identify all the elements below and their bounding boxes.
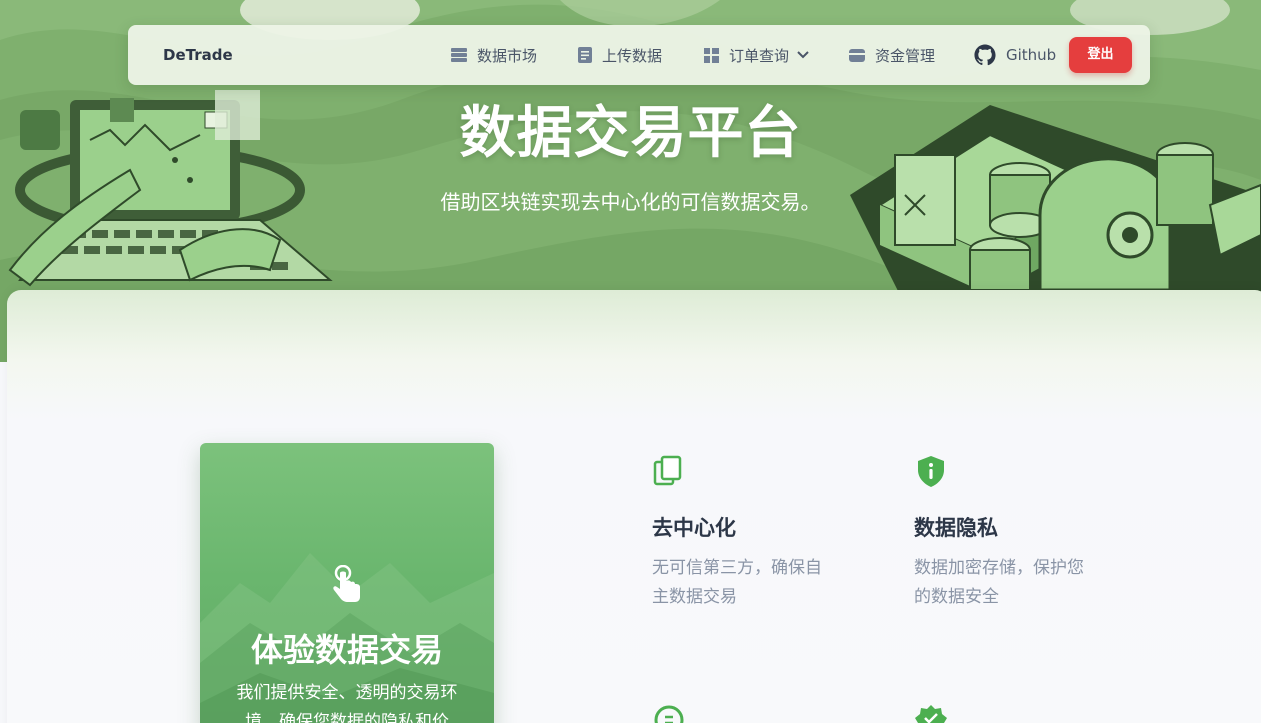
- hero-title: 数据交易平台: [459, 101, 802, 166]
- top-navbar: DeTrade 数据市场 上传数据 订单查询 资金管理 Github 登出: [128, 25, 1150, 85]
- card-title: 体验数据交易: [250, 631, 443, 669]
- hero-subtitle: 借助区块链实现去中心化的可信数据交易。: [440, 190, 821, 214]
- nav-item-github[interactable]: Github: [974, 25, 1056, 85]
- nav-item-label: 数据市场: [477, 46, 538, 65]
- feature-data-privacy: 数据隐私 数据加密存储，保护您的数据安全: [914, 454, 1114, 612]
- nav-item-label: 上传数据: [602, 46, 663, 65]
- copy-icon: [653, 455, 682, 486]
- nav-item-label: 资金管理: [875, 46, 936, 65]
- feature-title: 去中心化: [652, 516, 736, 540]
- feature-description: 无可信第三方，确保自主数据交易: [652, 558, 822, 607]
- nav-item-order-query[interactable]: 订单查询: [704, 25, 809, 85]
- nav-item-fund-management[interactable]: 资金管理: [849, 25, 935, 85]
- grid-icon: [704, 47, 719, 63]
- wallet-icon: [849, 48, 865, 62]
- brand-logo[interactable]: DeTrade: [163, 25, 233, 85]
- feature-title: 数据隐私: [914, 516, 998, 540]
- document-icon: [578, 47, 592, 63]
- feature-description: 数据加密存储，保护您的数据安全: [914, 558, 1084, 607]
- logout-button[interactable]: 登出: [1069, 37, 1132, 73]
- chevron-down-icon: [797, 51, 809, 59]
- nav-item-label: Github: [1006, 46, 1057, 64]
- github-icon: [974, 44, 996, 66]
- verified-badge-icon: [915, 705, 947, 723]
- shield-info-icon: [918, 456, 944, 487]
- feature-decentralized: 去中心化 无可信第三方，确保自主数据交易: [652, 454, 852, 612]
- currency-exchange-icon: [654, 705, 684, 723]
- nav-item-label: 订单查询: [729, 46, 790, 65]
- experience-card[interactable]: 体验数据交易 我们提供安全、透明的交易环境，确保您数据的隐私和价: [200, 443, 494, 723]
- nav-item-upload-data[interactable]: 上传数据: [578, 25, 662, 85]
- card-description: 我们提供安全、透明的交易环境，确保您数据的隐私和价: [236, 683, 458, 723]
- tap-hand-icon: [333, 565, 360, 602]
- storage-icon: [451, 48, 467, 62]
- nav-item-data-market[interactable]: 数据市场: [451, 25, 537, 85]
